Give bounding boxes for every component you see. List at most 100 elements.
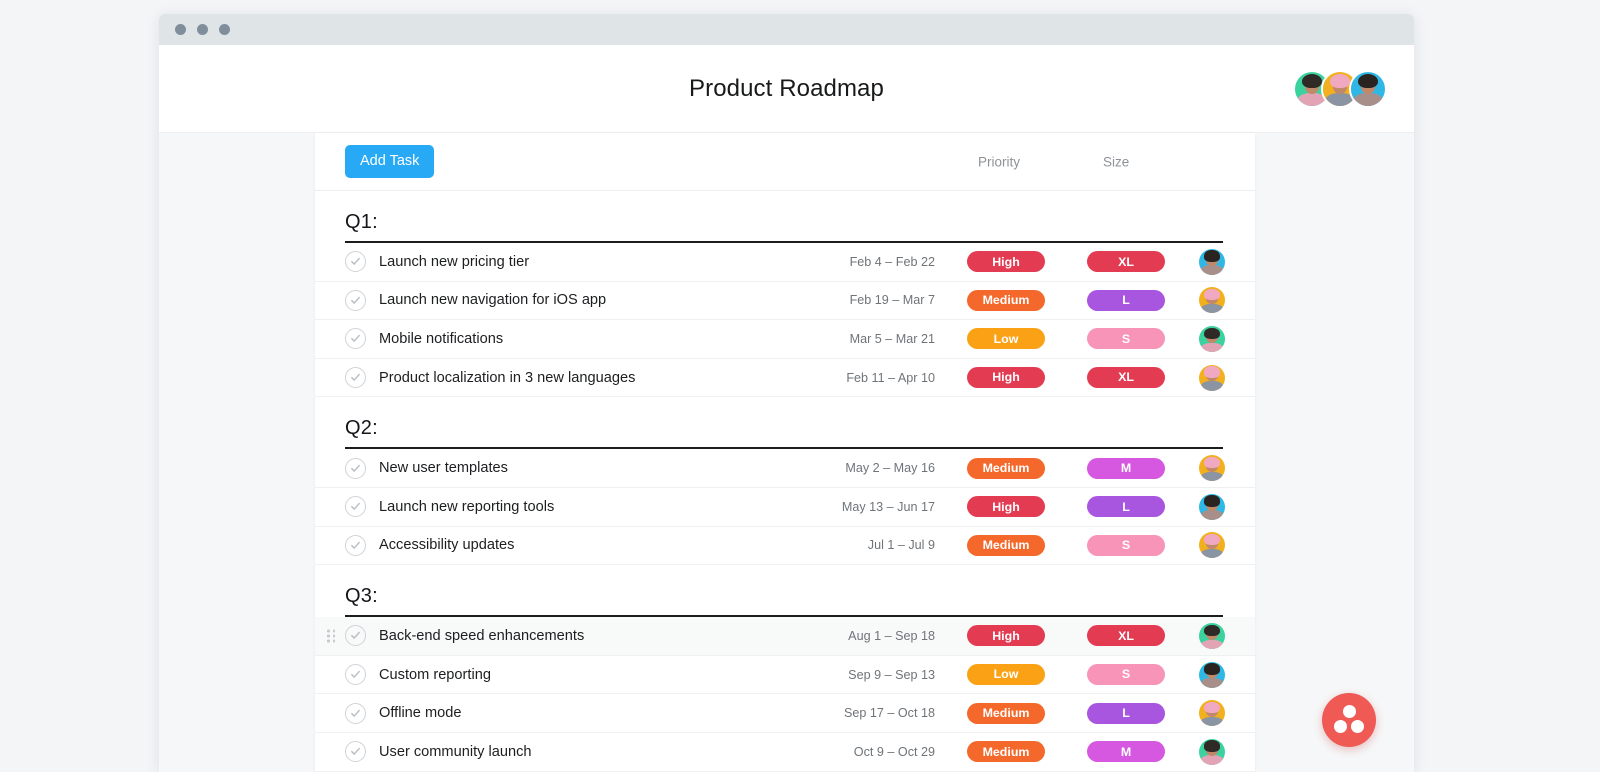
avatar-face [1199,532,1225,559]
task-assignee-avatar[interactable] [1199,700,1225,727]
task-assignee-avatar[interactable] [1199,364,1225,391]
task-assignee-avatar[interactable] [1199,622,1225,649]
size-badge[interactable]: S [1087,664,1165,686]
maximize-window-button[interactable] [219,24,230,35]
size-badge[interactable]: L [1087,496,1165,518]
task-complete-checkbox[interactable] [345,367,366,389]
drag-handle-icon[interactable] [327,629,336,643]
size-badge[interactable]: XL [1087,625,1165,647]
priority-badge[interactable]: High [967,367,1045,389]
avatar-body [1201,716,1223,727]
task-assignee-avatar[interactable] [1199,738,1225,765]
task-name: Launch new pricing tier [379,253,530,270]
avatar-face [1199,661,1225,688]
avatar-hair [1204,495,1220,507]
avatar-face [1351,71,1385,106]
size-badge[interactable]: M [1087,741,1165,763]
task-dates: Feb 19 – Mar 7 [849,293,935,308]
avatar-face [1199,364,1225,391]
priority-badge[interactable]: High [967,496,1045,518]
task-name: Back-end speed enhancements [379,627,585,644]
task-dates: May 13 – Jun 17 [841,499,935,514]
table-row[interactable]: User community launch Oct 9 – Oct 29 Mediu… [315,733,1255,772]
avatar-body [1201,265,1223,275]
table-row[interactable]: Custom reporting Sep 9 – Sep 13 Low S [315,656,1255,695]
table-row[interactable]: New user templates May 2 – May 16 Medium M [315,449,1255,488]
task-complete-checkbox[interactable] [345,741,366,763]
asana-dot-top [1342,705,1356,718]
task-complete-checkbox[interactable] [345,328,366,350]
task-complete-checkbox[interactable] [345,534,366,556]
avatar-hair [1330,73,1350,89]
table-row[interactable]: Launch new reporting tools May 13 – Jun 1… [315,488,1255,527]
table-row[interactable]: Launch new navigation for iOS app Feb 19 … [315,282,1255,321]
table-row[interactable]: Mobile notifications Mar 5 – Mar 21 Low S [315,320,1255,359]
task-assignee-avatar[interactable] [1199,287,1225,314]
section-title: Q3: [345,585,378,608]
task-assignee-avatar[interactable] [1199,493,1225,520]
size-badge[interactable]: S [1087,328,1165,350]
list-toolbar: Add Task Priority Size [315,133,1255,191]
size-badge[interactable]: XL [1087,251,1165,273]
avatar-face [1199,738,1225,765]
task-assignee-avatar[interactable] [1199,325,1225,352]
size-badge[interactable]: L [1087,289,1165,311]
task-complete-checkbox[interactable] [345,289,366,311]
size-badge[interactable]: XL [1087,367,1165,389]
task-assignee-avatar[interactable] [1199,532,1225,559]
avatar-hair [1204,740,1220,752]
task-dates: Mar 5 – Mar 21 [849,331,935,346]
priority-badge[interactable]: Medium [967,741,1045,763]
table-row[interactable]: Product localization in 3 new languages F… [315,359,1255,398]
priority-badge[interactable]: Medium [967,534,1045,556]
table-row[interactable]: Offline mode Sep 17 – Oct 18 Medium L [315,694,1255,733]
task-complete-checkbox[interactable] [345,664,366,686]
task-name: New user templates [379,460,508,477]
priority-badge[interactable]: High [967,625,1045,647]
avatar-body [1201,510,1223,520]
size-badge[interactable]: L [1087,702,1165,724]
asana-logo-icon[interactable] [1322,693,1376,747]
size-badge[interactable]: S [1087,534,1165,556]
priority-badge[interactable]: Low [967,328,1045,350]
table-row[interactable]: Launch new pricing tier Feb 4 – Feb 22 Hig… [315,243,1255,282]
task-complete-checkbox[interactable] [345,702,366,724]
task-complete-checkbox[interactable] [345,457,366,479]
task-assignee-avatar[interactable] [1199,661,1225,688]
task-sections: Q1: Launch new pricing tier Feb 4 – Feb 22… [315,191,1255,772]
task-dates: Sep 9 – Sep 13 [848,667,935,682]
task-complete-checkbox[interactable] [345,496,366,518]
task-complete-checkbox[interactable] [345,625,366,647]
task-dates: Feb 11 – Apr 10 [846,370,935,385]
task-name: Offline mode [379,705,462,722]
page-title: Product Roadmap [689,74,884,102]
task-dates: Oct 9 – Oct 29 [853,744,935,759]
avatar-face [1199,248,1225,275]
priority-badge[interactable]: High [967,251,1045,273]
avatar-hair [1204,250,1220,262]
avatar-body [1201,755,1223,765]
task-name: Product localization in 3 new languages [379,369,636,386]
task-assignee-avatar[interactable] [1199,455,1225,482]
priority-badge[interactable]: Medium [967,702,1045,724]
minimize-window-button[interactable] [197,24,208,35]
avatar-face [1199,325,1225,352]
avatar-hair [1302,73,1322,89]
priority-badge[interactable]: Low [967,664,1045,686]
task-assignee-avatar[interactable] [1199,248,1225,275]
size-badge[interactable]: M [1087,457,1165,479]
avatar-face [1199,455,1225,482]
add-task-button[interactable]: Add Task [345,145,435,178]
table-row[interactable]: Back-end speed enhancements Aug 1 – Sep 1… [315,617,1255,656]
avatar-hair [1204,456,1220,469]
member-avatar-3[interactable] [1349,69,1387,108]
priority-badge[interactable]: Medium [967,289,1045,311]
table-row[interactable]: Accessibility updates Jul 1 – Jul 9 Medium… [315,527,1255,566]
avatar-hair [1358,73,1378,89]
task-complete-checkbox[interactable] [345,251,366,273]
priority-badge[interactable]: Medium [967,457,1045,479]
avatar-body [1201,381,1223,391]
avatar-body [1201,678,1223,688]
close-window-button[interactable] [175,24,186,35]
asana-dot-right [1351,720,1364,733]
